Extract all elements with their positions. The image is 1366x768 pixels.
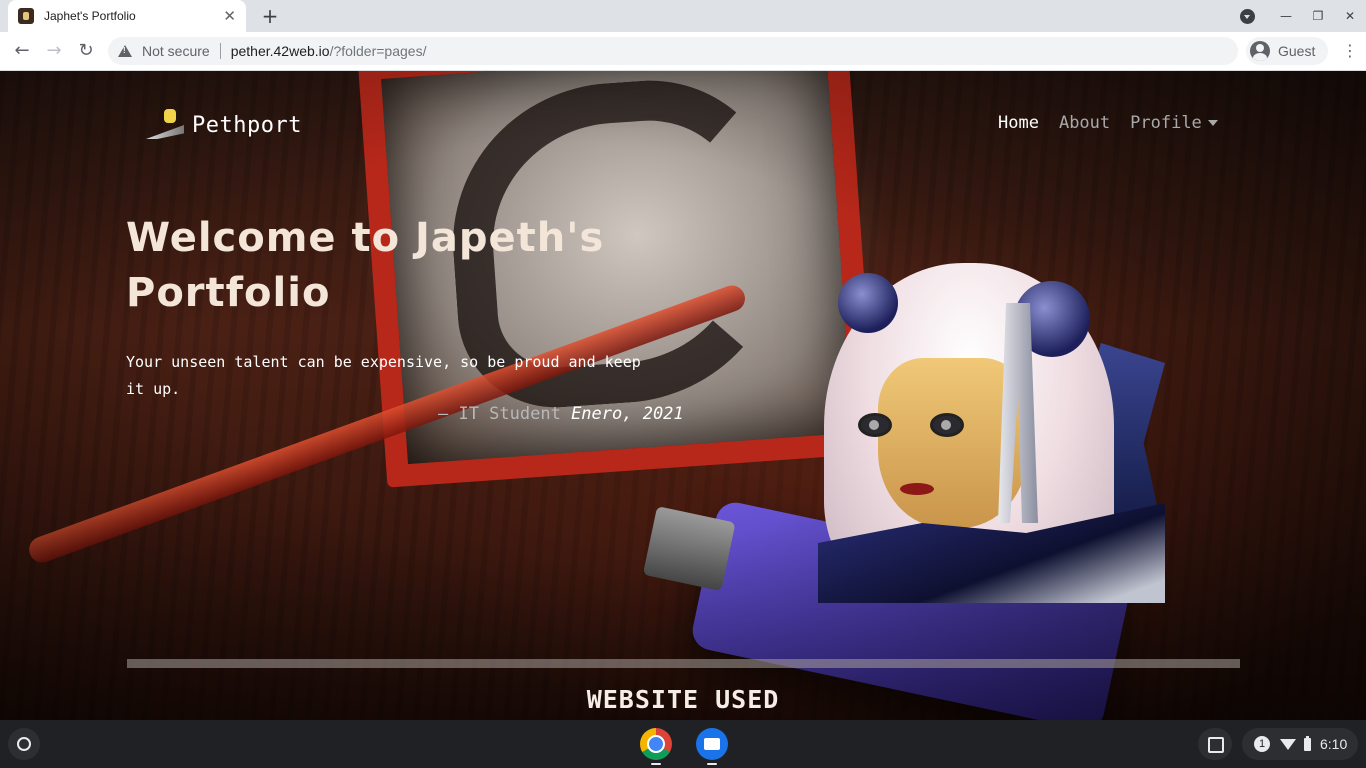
- section-divider: [127, 659, 1240, 668]
- holding-space-icon[interactable]: [1198, 728, 1232, 760]
- minimize-button[interactable]: —: [1270, 9, 1302, 23]
- nav-profile-label: Profile: [1130, 113, 1202, 133]
- clock-time: 6:10: [1320, 736, 1348, 752]
- nav-home-link[interactable]: Home: [998, 113, 1039, 133]
- brand-link[interactable]: Pethport: [144, 107, 302, 143]
- wifi-icon: [1280, 738, 1296, 750]
- tab-close-icon[interactable]: ✕: [223, 7, 236, 25]
- tab-strip: Japhet's Portfolio ✕ + — ❐ ✕: [0, 0, 1366, 32]
- citation-name: Enero, 2021: [571, 404, 684, 424]
- site-nav: Home About Profile: [998, 113, 1238, 133]
- profile-button[interactable]: Guest: [1246, 37, 1328, 65]
- security-label[interactable]: Not secure: [142, 43, 210, 59]
- anime-character-image: [818, 263, 1165, 603]
- nav-profile-dropdown[interactable]: Profile: [1130, 113, 1218, 133]
- site-favicon-icon: [18, 8, 34, 24]
- caret-down-icon: [1207, 120, 1218, 126]
- back-button[interactable]: ←: [11, 40, 33, 62]
- address-bar[interactable]: Not secure pether.42web.io /?folder=page…: [108, 37, 1238, 65]
- window-controls: — ❐ ✕: [1270, 0, 1366, 32]
- warning-icon[interactable]: [118, 45, 132, 57]
- browser-toolbar: ← → ↻ Not secure pether.42web.io /?folde…: [0, 32, 1366, 71]
- restore-button[interactable]: ❐: [1302, 9, 1334, 23]
- chrome-running-indicator: [651, 763, 661, 765]
- tab-title: Japhet's Portfolio: [44, 9, 136, 23]
- character-lips: [900, 483, 934, 495]
- url-path: /?folder=pages/: [329, 43, 427, 59]
- tab-search-icon[interactable]: [1240, 9, 1255, 24]
- browser-menu-icon[interactable]: ⋮: [1340, 41, 1360, 61]
- hero-quote: Your unseen talent can be expensive, so …: [126, 353, 641, 398]
- nav-about-link[interactable]: About: [1059, 113, 1110, 133]
- citation-prefix: — IT Student: [438, 404, 572, 424]
- omnibox-divider: [219, 43, 221, 59]
- url-host: pether.42web.io: [230, 43, 330, 59]
- battery-icon: [1304, 735, 1311, 751]
- profile-label: Guest: [1278, 43, 1316, 59]
- files-running-indicator: [707, 763, 717, 765]
- section-title-website-used: WEBSITE USED: [586, 685, 780, 714]
- reload-button[interactable]: ↻: [75, 40, 97, 62]
- logo-wing: [146, 125, 184, 139]
- new-tab-button[interactable]: +: [258, 4, 282, 28]
- tab-portfolio[interactable]: Japhet's Portfolio ✕: [8, 0, 246, 32]
- forward-button[interactable]: →: [43, 40, 65, 62]
- launcher-button[interactable]: [8, 728, 40, 760]
- hero-citation: — IT Student Enero, 2021: [438, 404, 684, 424]
- chrome-app-icon[interactable]: [640, 728, 672, 760]
- character-eye-left: [858, 413, 892, 437]
- logo-head: [164, 109, 176, 123]
- os-shelf: 1 6:10: [0, 720, 1366, 768]
- character-hair-bun-left: [838, 273, 898, 333]
- notification-count-badge: 1: [1254, 736, 1270, 752]
- files-app-icon[interactable]: [696, 728, 728, 760]
- brand-name: Pethport: [192, 112, 302, 138]
- guest-avatar-icon: [1250, 41, 1270, 61]
- close-window-button[interactable]: ✕: [1334, 9, 1366, 23]
- page-viewport: Pethport Home About Profile Welcome to J…: [0, 71, 1366, 720]
- status-tray[interactable]: 1 6:10: [1242, 728, 1358, 760]
- character-eye-right: [930, 413, 964, 437]
- hero-title: Welcome to Japeth's Portfolio: [126, 215, 605, 316]
- brand-logo-icon: [144, 107, 188, 143]
